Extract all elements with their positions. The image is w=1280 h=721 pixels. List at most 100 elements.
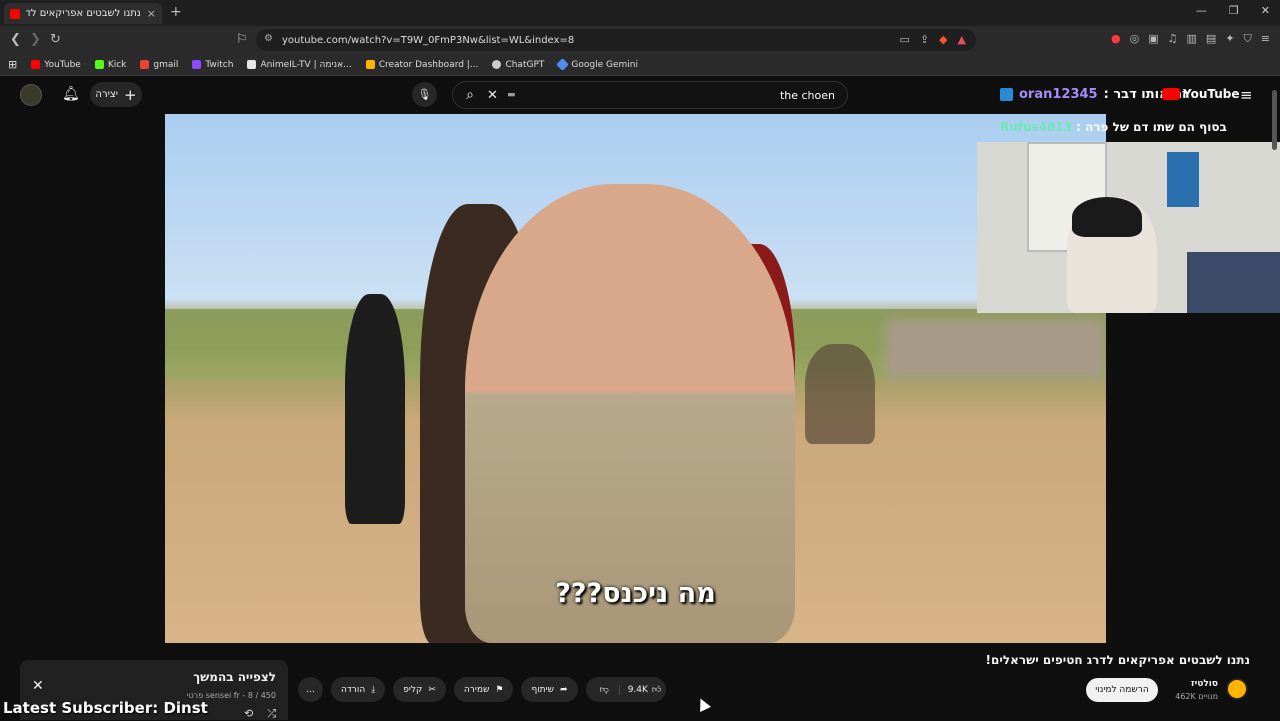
like-dislike-group: 👎︎ 9.4K 👍︎ xyxy=(585,677,666,702)
extension-puzzle-icon[interactable]: ▣ xyxy=(1148,32,1158,46)
youtube-bookmark-icon xyxy=(31,60,41,69)
stream-chat-line-1: זה אותו דבר : oran12345 xyxy=(1000,87,1187,102)
brave-shield-icon[interactable]: ◆ xyxy=(939,33,947,46)
sidebar-icon[interactable]: ▥ xyxy=(1187,32,1197,46)
music-icon[interactable]: ♫ xyxy=(1168,32,1178,46)
youtube-favicon-icon xyxy=(10,8,20,19)
youtube-logo-icon xyxy=(1162,88,1180,100)
window-close-icon[interactable]: ✕ xyxy=(1261,4,1270,17)
share-arrow-icon: ➦ xyxy=(559,684,568,695)
chat-line-1-user: oran12345 xyxy=(1019,87,1098,102)
new-tab-button[interactable]: + xyxy=(170,4,182,20)
children-group-figure xyxy=(805,344,875,444)
share-icon[interactable]: ⇪ xyxy=(920,33,929,46)
leo-ai-icon[interactable]: ✦ xyxy=(1225,32,1234,46)
bookmark-icon[interactable]: ⚐ xyxy=(236,32,248,47)
extension-icon[interactable]: ◎ xyxy=(1130,32,1140,46)
channel-name[interactable]: סולטיז xyxy=(1160,679,1218,689)
gmail-icon xyxy=(140,60,150,69)
woman-with-phone-figure xyxy=(345,294,405,524)
video-player[interactable]: מה ניכנס??? xyxy=(165,114,1106,643)
reload-icon[interactable]: ↻ xyxy=(50,32,61,47)
tab-title: נתנו לשבטים אפריקאים לדרג xyxy=(26,8,141,19)
chat-line-2-user: Rufus4813 xyxy=(1000,120,1073,134)
creator-dashboard-icon xyxy=(365,60,375,69)
bookmark-chatgpt[interactable]: ChatGPT xyxy=(492,60,544,70)
account-avatar[interactable] xyxy=(20,84,42,106)
twitch-icon xyxy=(192,60,202,69)
channel-subscriber-count: 462K מנויים xyxy=(1175,692,1218,701)
playlist-controls: ⟲ ⤮ xyxy=(244,707,276,721)
back-icon[interactable]: ❮ xyxy=(10,32,21,47)
notifications-bell-icon[interactable]: 🔔︎ xyxy=(62,86,80,102)
subscribe-button[interactable]: הרשמה למינוי xyxy=(1086,678,1158,702)
cast-icon[interactable]: ▭ xyxy=(899,33,909,46)
more-actions-button[interactable]: ... xyxy=(298,677,323,702)
video-frame-landscape xyxy=(165,114,1106,643)
like-icon[interactable]: 👍︎ xyxy=(652,685,661,695)
save-bookmark-icon: ⚑ xyxy=(495,684,504,695)
search-input[interactable]: the choen xyxy=(516,89,847,102)
animeil-icon xyxy=(247,60,257,69)
create-button[interactable]: יצירה + xyxy=(90,82,142,107)
bookmark-creator-dashboard[interactable]: Creator Dashboard |... xyxy=(365,60,478,70)
search-icon[interactable]: ⌕ xyxy=(453,87,487,103)
tab-close-icon[interactable]: × xyxy=(147,7,156,20)
browser-tab-active[interactable]: נתנו לשבטים אפריקאים לדרג × xyxy=(4,3,162,24)
voice-search-button[interactable]: 🎙︎ xyxy=(412,82,437,107)
shuffle-icon[interactable]: ⤮ xyxy=(267,707,276,721)
chatgpt-icon xyxy=(492,60,502,69)
browser-tab-bar: נתנו לשבטים אפריקאים לדרג × + — ❐ ✕ xyxy=(0,0,1280,26)
share-button[interactable]: שיתוף ➦ xyxy=(521,677,578,702)
vpn-icon[interactable]: ⛉ xyxy=(1244,32,1252,46)
address-bar[interactable]: ⚙ youtube.com/watch?v=T9W_0FmP3Nw&list=W… xyxy=(256,29,976,51)
browser-menu-icon[interactable]: ≡ xyxy=(1261,32,1270,46)
clear-search-icon[interactable]: ✕ xyxy=(487,88,507,103)
playlist-close-icon[interactable]: ✕ xyxy=(32,678,44,694)
like-count: 9.4K xyxy=(627,684,648,695)
guide-menu-icon[interactable]: ≡ xyxy=(1240,86,1253,104)
bookmark-animeil[interactable]: AnimeIL-TV | אנימה... xyxy=(247,60,352,70)
clip-button[interactable]: קליפ ✂ xyxy=(393,677,446,702)
video-subtitle: מה ניכנס??? xyxy=(555,578,716,609)
page-scrollbar[interactable] xyxy=(1272,90,1277,150)
save-button[interactable]: שמירה ⚑ xyxy=(453,677,514,702)
loop-icon[interactable]: ⟲ xyxy=(244,707,253,721)
download-button[interactable]: הורדה ⤓ xyxy=(331,677,386,702)
bookmark-kick[interactable]: Kick xyxy=(94,60,126,70)
channel-avatar[interactable] xyxy=(1226,678,1248,700)
brave-rewards-icon[interactable]: ▲ xyxy=(958,33,966,46)
bookmark-youtube[interactable]: YouTube xyxy=(31,60,81,70)
dislike-icon[interactable]: 👎︎ xyxy=(590,684,620,695)
extensions-area: ● ◎ ▣ ♫ ▥ ▤ ✦ ⛉ ≡ xyxy=(1111,32,1270,46)
host-figure xyxy=(465,184,795,643)
latest-subscriber-overlay: Latest Subscriber: Dinst xyxy=(3,699,208,717)
search-box[interactable]: ⌕ ✕ ▬ the choen xyxy=(452,81,848,109)
maximize-icon[interactable]: ❐ xyxy=(1229,4,1239,17)
gemini-icon xyxy=(556,58,570,71)
minimize-icon[interactable]: — xyxy=(1196,4,1207,17)
wall-poster-figure xyxy=(1167,152,1199,207)
plus-icon: + xyxy=(124,85,137,104)
stream-chat-line-2: בסוף הם שתו דם של פרה : Rufus4813 xyxy=(1000,120,1227,134)
mouse-cursor-icon xyxy=(695,696,711,712)
youtube-logo[interactable]: YouTube xyxy=(1162,87,1240,101)
extension-record-icon[interactable]: ● xyxy=(1111,32,1121,46)
bookmark-twitch[interactable]: Twitch xyxy=(192,60,233,70)
keyboard-icon[interactable]: ▬ xyxy=(507,90,516,100)
bookmark-gmail[interactable]: gmail xyxy=(140,60,178,70)
scissors-icon: ✂ xyxy=(428,684,436,695)
video-title: נתנו לשבטים אפריקאים לדרג חטיפים ישראלים… xyxy=(985,653,1250,667)
webcam-overlay xyxy=(977,142,1280,313)
bookmark-gemini[interactable]: Google Gemini xyxy=(556,58,638,71)
site-info-icon[interactable]: ⚙ xyxy=(264,33,273,44)
playlist-title[interactable]: לצפייה בהמשך xyxy=(193,670,276,684)
apps-grid-icon[interactable]: ⊞ xyxy=(8,58,17,71)
headset-figure xyxy=(1072,197,1142,237)
forward-icon[interactable]: ❯ xyxy=(30,32,41,47)
wallet-icon[interactable]: ▤ xyxy=(1206,32,1216,46)
blurred-region xyxy=(885,319,1105,379)
url-text: youtube.com/watch?v=T9W_0FmP3Nw&list=WL&… xyxy=(282,34,575,46)
bookmarks-bar: ⊞ YouTube Kick gmail Twitch AnimeIL-TV |… xyxy=(0,54,1280,76)
download-icon: ⤓ xyxy=(371,684,376,695)
